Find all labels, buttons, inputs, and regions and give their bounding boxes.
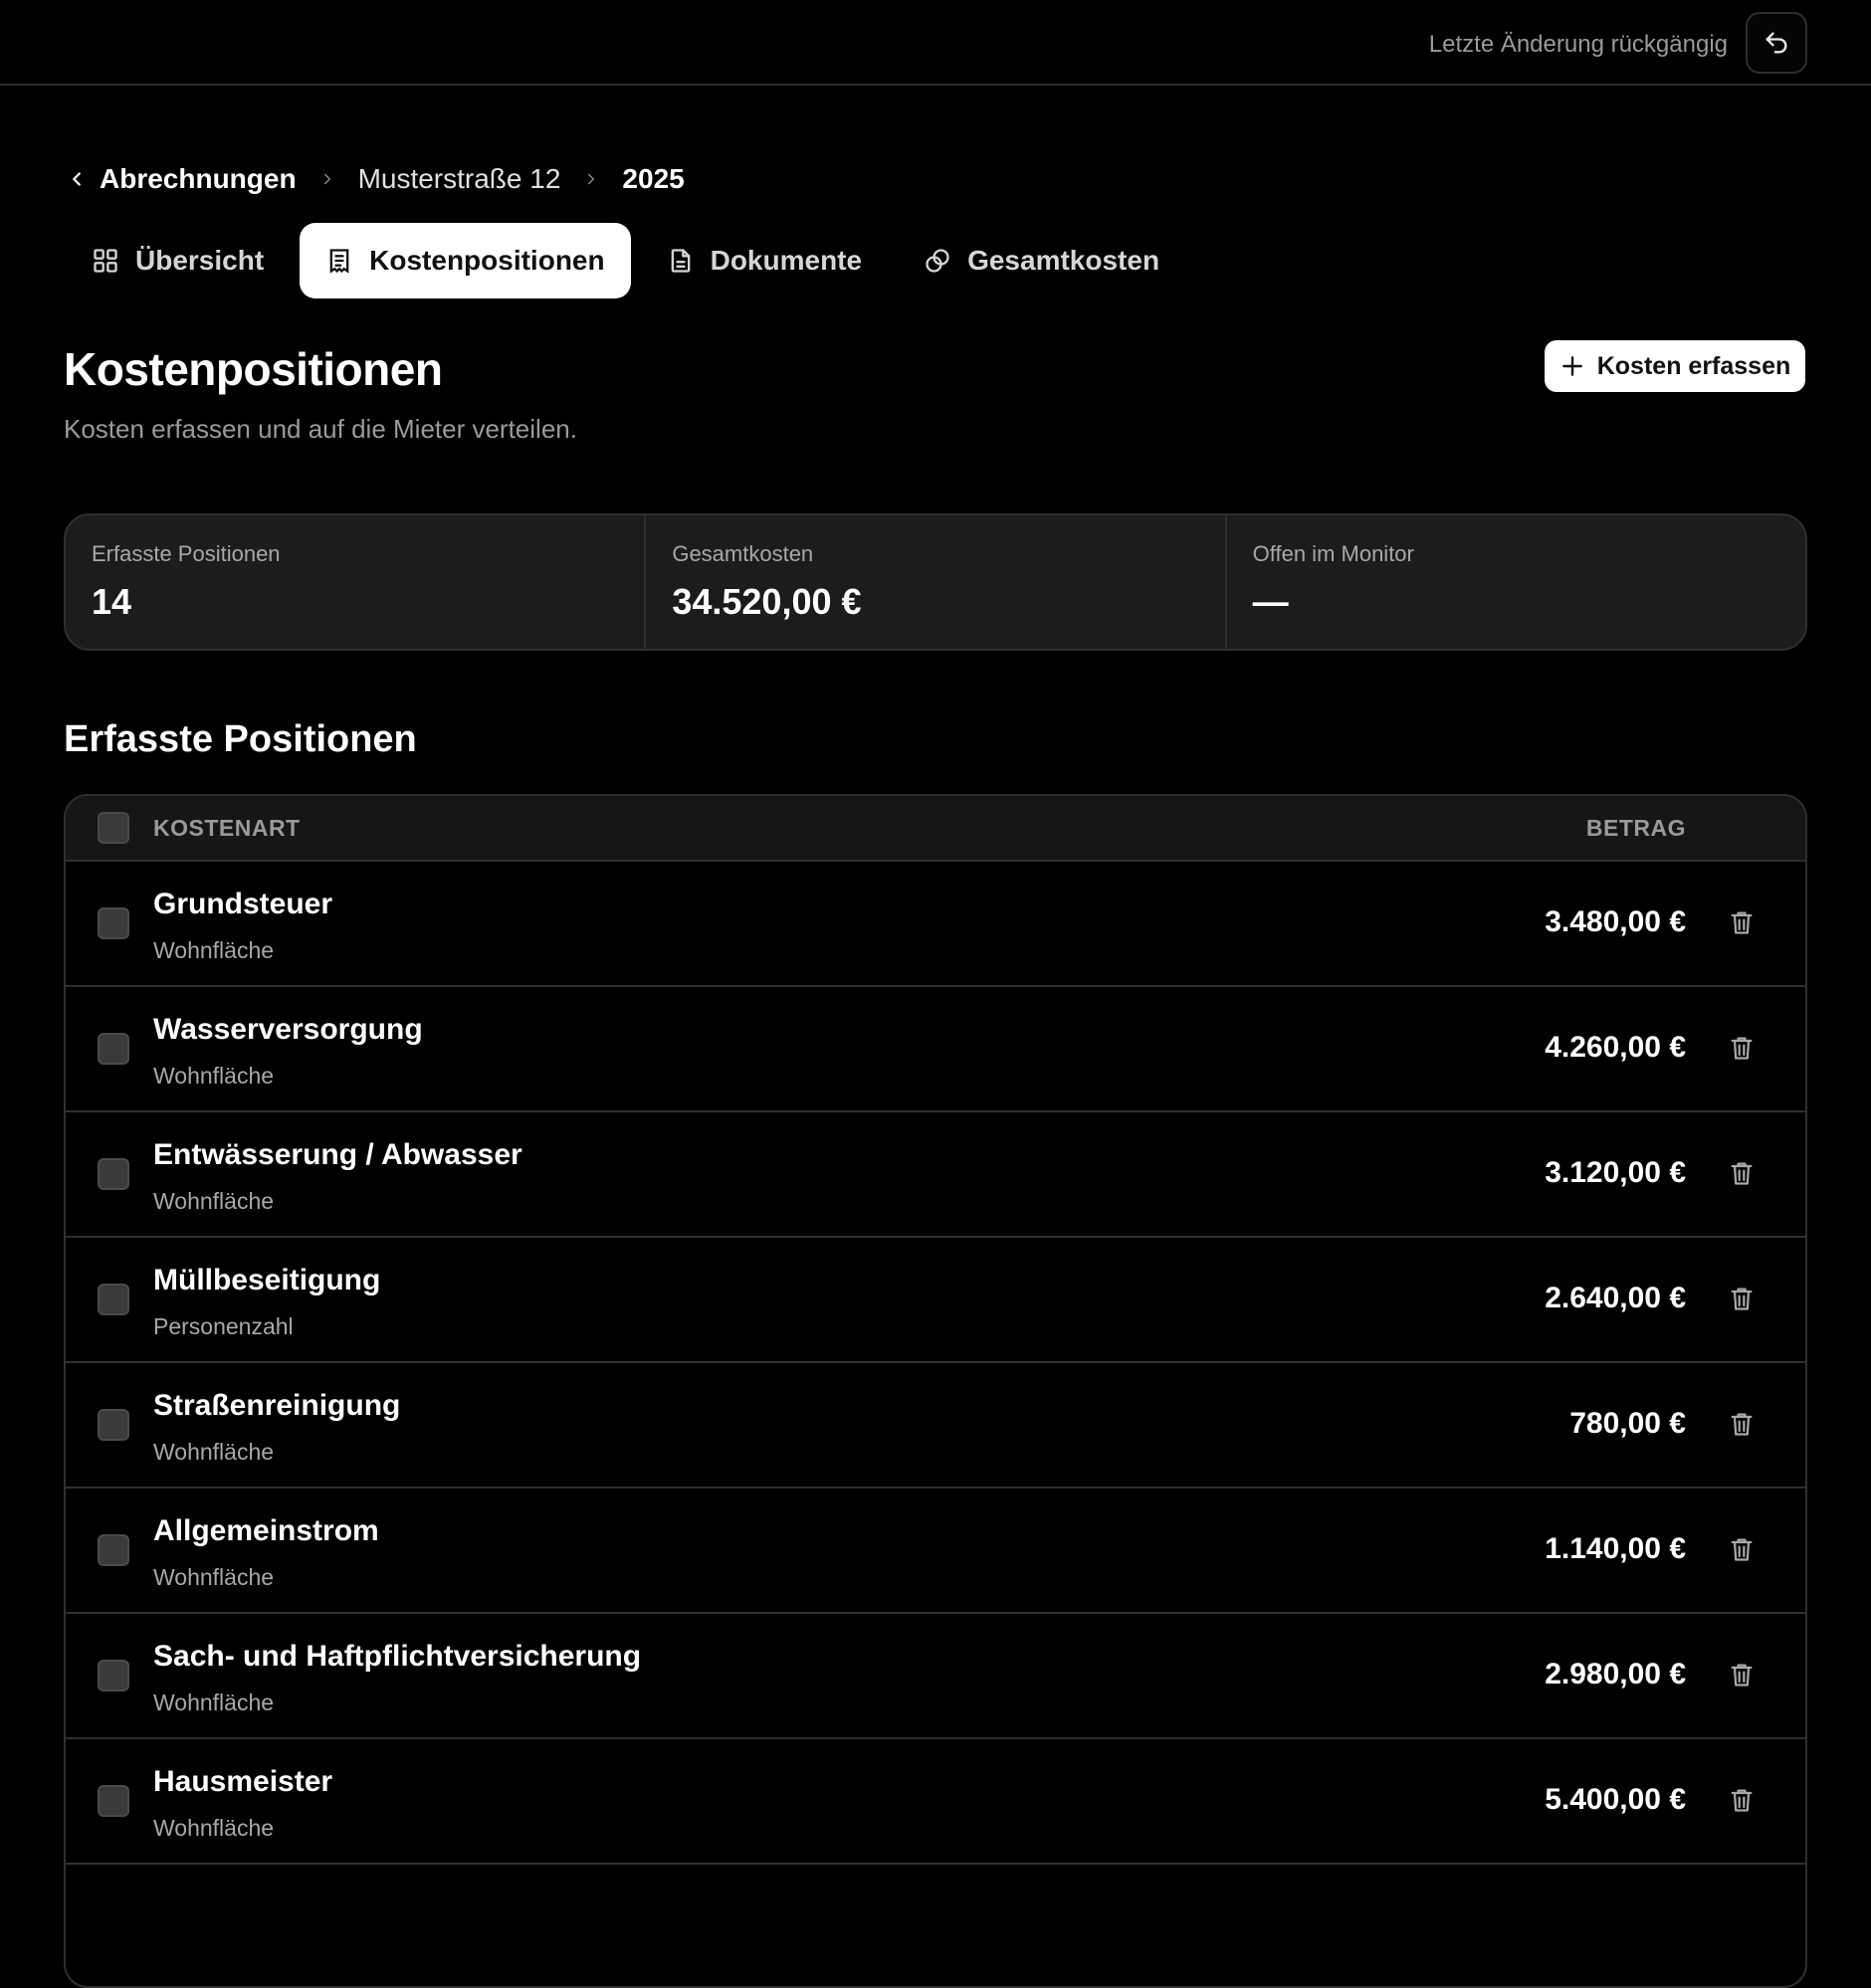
trash-icon[interactable] <box>1726 905 1758 939</box>
stat-label: Erfasste Positionen <box>92 541 281 566</box>
cost-amount: 4.260,00 € <box>1545 1031 1686 1064</box>
row-checkbox[interactable] <box>98 1660 129 1691</box>
table-row[interactable]: Grundsteuer Wohnfläche 3.480,00 € <box>66 862 1805 987</box>
coins-icon <box>924 247 951 275</box>
plus-icon <box>1559 353 1585 379</box>
cost-amount: 3.480,00 € <box>1545 905 1686 938</box>
trash-icon[interactable] <box>1726 1031 1758 1065</box>
tab-label: Übersicht <box>135 245 265 276</box>
tab-label: Dokumente <box>710 245 863 276</box>
cost-name: Entwässerung / Abwasser <box>153 1138 522 1171</box>
breadcrumb-property[interactable]: Musterstraße 12 <box>358 163 561 195</box>
tab-label: Gesamtkosten <box>967 245 1160 276</box>
table-row[interactable]: Hausmeister Wohnfläche 5.400,00 € <box>66 1739 1805 1865</box>
table-row[interactable]: Straßenreinigung Wohnfläche 780,00 € <box>66 1363 1805 1489</box>
stat-label: Offen im Monitor <box>1252 541 1414 566</box>
undo-label: Letzte Änderung rückgängig <box>1428 31 1728 58</box>
tab-bar: Übersicht Kostenpositionen Dokumente Ges… <box>66 223 1195 298</box>
stat-value: 34.520,00 € <box>672 581 862 622</box>
trash-icon[interactable] <box>1726 1407 1758 1441</box>
chevron-right-icon <box>318 170 336 188</box>
allocation-key: Wohnfläche <box>153 1439 275 1465</box>
stat-value: — <box>1252 581 1289 622</box>
trash-icon[interactable] <box>1726 1658 1758 1691</box>
column-header-kostenart: KOSTENART <box>153 814 301 841</box>
page-title: Kostenpositionen <box>64 343 443 395</box>
chevron-right-icon <box>582 170 600 188</box>
stats-card: Erfasste Positionen 14 Gesamtkosten 34.5… <box>64 513 1807 651</box>
select-all-checkbox[interactable] <box>98 812 129 844</box>
breadcrumb-year: 2025 <box>622 163 685 194</box>
trash-icon[interactable] <box>1726 1532 1758 1566</box>
cost-amount: 2.640,00 € <box>1545 1282 1686 1314</box>
row-checkbox[interactable] <box>98 1158 129 1190</box>
tab-gesamtkosten[interactable]: Gesamtkosten <box>898 223 1185 298</box>
grid-icon <box>92 247 119 275</box>
page-subtitle: Kosten erfassen und auf die Mieter verte… <box>64 414 577 444</box>
cost-name: Grundsteuer <box>153 888 333 920</box>
allocation-key: Wohnfläche <box>153 1188 275 1214</box>
allocation-key: Wohnfläche <box>153 937 275 963</box>
table-header: KOSTENART BETRAG <box>66 796 1805 862</box>
table-row[interactable]: Wasserversorgung Wohnfläche 4.260,00 € <box>66 987 1805 1112</box>
trash-icon[interactable] <box>1726 1282 1758 1315</box>
top-bar: Letzte Änderung rückgängig <box>0 0 1871 86</box>
cost-name: Sach- und Haftpflichtversicherung <box>153 1640 642 1673</box>
column-header-betrag: BETRAG <box>1585 814 1686 841</box>
cost-name: Wasserversorgung <box>153 1013 423 1046</box>
undo-button[interactable] <box>1746 12 1807 74</box>
tab-dokumente[interactable]: Dokumente <box>641 223 888 298</box>
cost-amount: 780,00 € <box>1569 1407 1686 1440</box>
cost-amount: 1.140,00 € <box>1545 1532 1686 1565</box>
table-row[interactable]: Allgemeinstrom Wohnfläche 1.140,00 € <box>66 1489 1805 1614</box>
table-row[interactable]: Müllbeseitigung Personenzahl 2.640,00 € <box>66 1238 1805 1363</box>
back-chevron-icon[interactable] <box>66 168 88 190</box>
breadcrumb-abrechnungen[interactable]: Abrechnungen <box>100 163 297 195</box>
row-checkbox[interactable] <box>98 1033 129 1065</box>
row-checkbox[interactable] <box>98 1534 129 1566</box>
section-title: Erfasste Positionen <box>64 718 417 760</box>
table-row[interactable]: Sach- und Haftpflichtversicherung Wohnflä… <box>66 1614 1805 1739</box>
stat-positions: Erfasste Positionen 14 <box>66 515 647 649</box>
stat-label: Gesamtkosten <box>672 541 814 566</box>
allocation-key: Wohnfläche <box>153 1564 275 1590</box>
cost-amount: 5.400,00 € <box>1545 1783 1686 1816</box>
allocation-key: Wohnfläche <box>153 1815 275 1841</box>
trash-icon[interactable] <box>1726 1156 1758 1190</box>
cost-name: Allgemeinstrom <box>153 1514 379 1547</box>
row-checkbox[interactable] <box>98 1284 129 1315</box>
cost-amount: 3.120,00 € <box>1545 1156 1686 1189</box>
stat-total: Gesamtkosten 34.520,00 € <box>646 515 1227 649</box>
row-checkbox[interactable] <box>98 1785 129 1817</box>
cost-name: Hausmeister <box>153 1765 333 1798</box>
add-cost-label: Kosten erfassen <box>1596 351 1791 380</box>
cost-name: Straßenreinigung <box>153 1389 401 1422</box>
row-checkbox[interactable] <box>98 1409 129 1441</box>
document-icon <box>667 247 695 275</box>
stat-open: Offen im Monitor — <box>1227 515 1805 649</box>
trash-icon[interactable] <box>1726 1783 1758 1817</box>
stat-value: 14 <box>92 581 132 622</box>
table-row[interactable]: Entwässerung / Abwasser Wohnfläche 3.120,0… <box>66 1112 1805 1238</box>
cost-amount: 2.980,00 € <box>1545 1658 1686 1690</box>
table-body: Grundsteuer Wohnfläche 3.480,00 € Wasserver… <box>66 862 1805 1865</box>
row-checkbox[interactable] <box>98 907 129 939</box>
cost-name: Müllbeseitigung <box>153 1264 381 1296</box>
tab-uebersicht[interactable]: Übersicht <box>66 223 290 298</box>
tab-label: Kostenpositionen <box>369 245 605 276</box>
breadcrumb: Abrechnungen Musterstraße 12 2025 <box>66 157 685 201</box>
allocation-key: Wohnfläche <box>153 1063 275 1089</box>
tab-kostenpositionen[interactable]: Kostenpositionen <box>300 223 631 298</box>
add-cost-button[interactable]: Kosten erfassen <box>1545 340 1805 392</box>
allocation-key: Wohnfläche <box>153 1690 275 1715</box>
cost-table: KOSTENART BETRAG Grundsteuer Wohnfläche 3.… <box>64 794 1807 1988</box>
allocation-key: Personenzahl <box>153 1313 294 1339</box>
undo-icon <box>1766 32 1787 54</box>
receipt-icon <box>325 247 353 275</box>
